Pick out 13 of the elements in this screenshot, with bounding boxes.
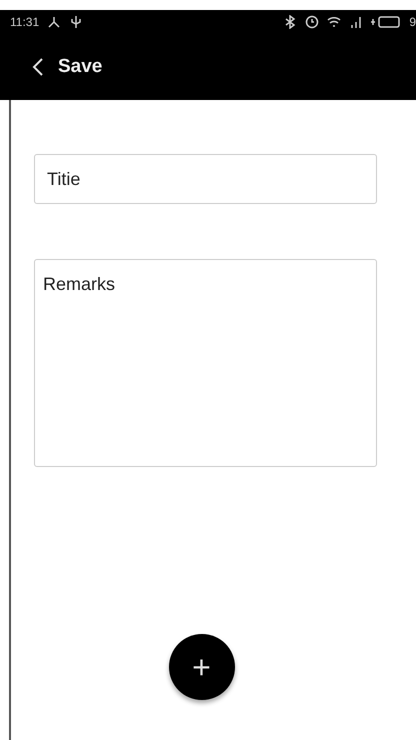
bluetooth-icon <box>283 15 298 29</box>
status-time: 11:31 <box>10 15 40 29</box>
add-button[interactable]: + <box>168 634 234 700</box>
screen-title: Save <box>58 56 102 78</box>
signal-icon <box>349 15 364 29</box>
usb-icon <box>69 15 84 29</box>
alarm-icon <box>305 15 320 29</box>
title-field[interactable]: Titie <box>34 154 377 204</box>
battery-icon <box>371 15 402 29</box>
back-icon[interactable] <box>32 57 44 77</box>
wifi-icon <box>327 15 342 29</box>
remarks-field[interactable]: Remarks <box>34 259 377 467</box>
battery-level: 9 <box>409 15 416 29</box>
